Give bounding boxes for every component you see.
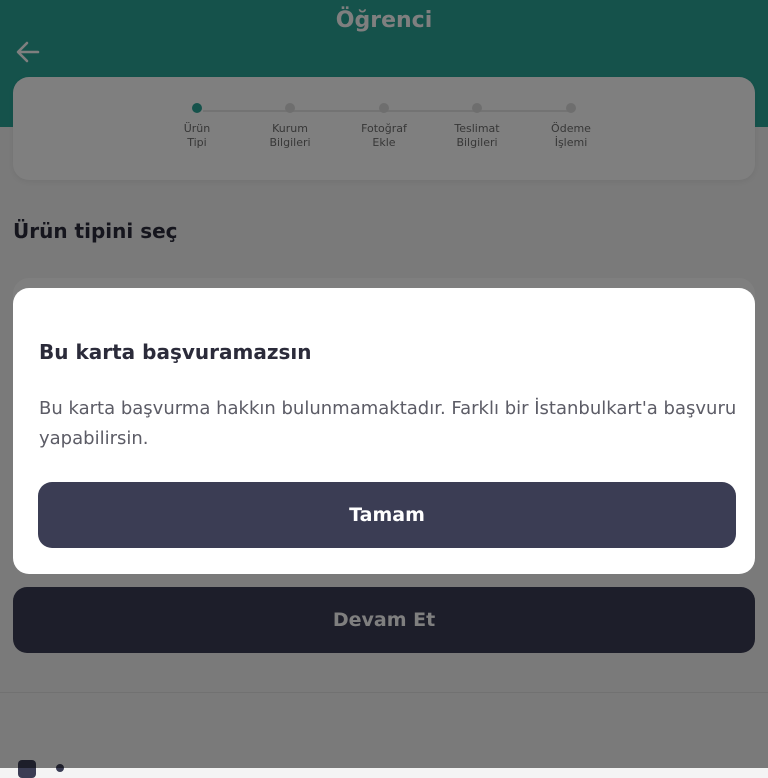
dialog-message: Bu karta başvurma hakkın bulunmamaktadır…	[39, 398, 737, 449]
alert-dialog: Bu karta başvuramazsın Bu karta başvurma…	[13, 288, 755, 574]
dialog-title: Bu karta başvuramazsın	[39, 340, 312, 364]
ok-button[interactable]: Tamam	[38, 482, 736, 548]
